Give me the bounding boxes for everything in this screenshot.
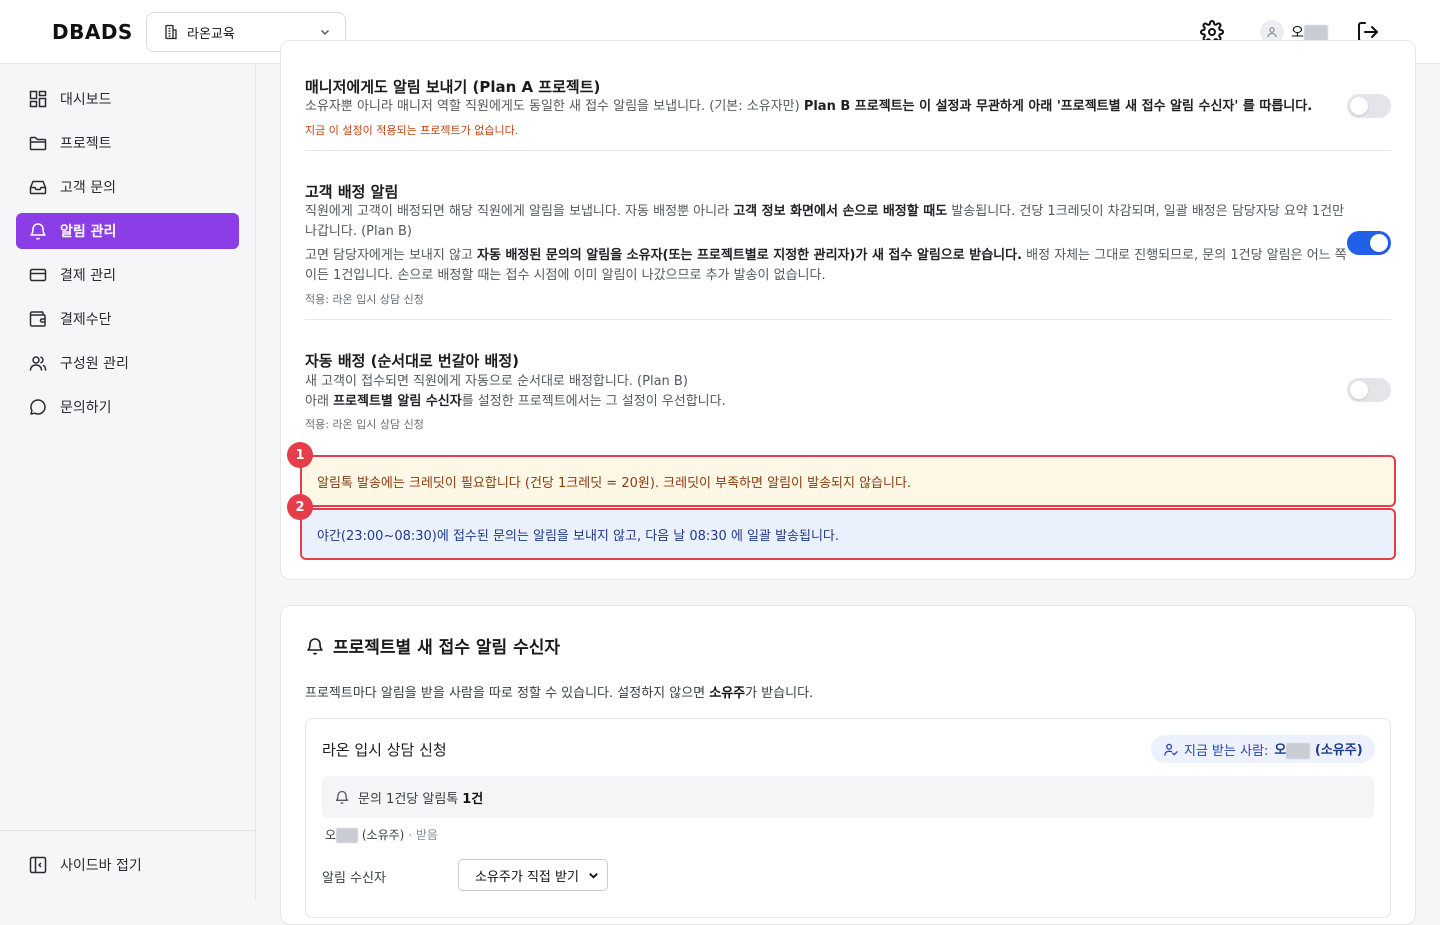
manager-alert-toggle[interactable]	[1347, 94, 1391, 118]
sidebar-divider	[0, 830, 255, 831]
assign-alert-toggle[interactable]	[1347, 231, 1391, 255]
current-recipient-badge: 지금 받는 사람: 오 (소유주)	[1151, 735, 1375, 763]
sidebar-item-label: 프로젝트	[60, 136, 112, 152]
redacted-name	[336, 828, 359, 843]
sidebar-item-contact[interactable]: 문의하기	[16, 389, 239, 425]
sidebar-collapse-label: 사이드바 접기	[60, 858, 142, 874]
alert-count-value: 1건	[462, 791, 484, 807]
bell-icon	[307, 637, 323, 655]
section-title-text: 프로젝트별 새 접수 알림 수신자	[333, 638, 560, 658]
sidebar-item-dashboard[interactable]: 대시보드	[16, 81, 239, 117]
auto-assign-applied: 적용: 라온 입시 상담 신청	[305, 418, 424, 431]
assign-alert-description-2: 고면 담당자에게는 보내지 않고 자동 배정된 문의의 알림을 소유자(또는 프…	[305, 248, 1347, 283]
divider	[305, 319, 1391, 320]
users-icon	[29, 356, 47, 371]
toggle-knob	[1350, 381, 1368, 399]
section-description: 프로젝트마다 알림을 받을 사람을 따로 정할 수 있습니다. 설정하지 않으면…	[305, 686, 814, 701]
sidebar-item-inquiries[interactable]: 고객 문의	[16, 169, 239, 205]
user-check-icon	[1164, 743, 1178, 756]
sidebar-item-label: 알림 관리	[60, 224, 117, 240]
sidebar-item-label: 고객 문의	[60, 180, 116, 196]
sidebar-item-members[interactable]: 구성원 관리	[16, 345, 239, 381]
recipient-select-value: 소유주가 직접 받기	[475, 869, 579, 885]
annotation-badge-1: 1	[287, 442, 313, 468]
building-icon	[165, 24, 177, 40]
assign-alert-applied: 적용: 라온 입시 상담 신청	[305, 293, 424, 306]
member-status: 오 (소유주) · 받음	[325, 828, 438, 843]
sidebar-item-label: 결제 관리	[60, 268, 116, 284]
recipient-label: 알림 수신자	[322, 871, 386, 886]
sidebar-item-label: 문의하기	[60, 400, 112, 416]
auto-assign-description-2: 아래 프로젝트별 알림 수신자를 설정한 프로젝트에서는 그 설정이 우선합니다…	[305, 394, 726, 409]
current-recipient-label: 지금 받는 사람:	[1184, 743, 1269, 759]
section-title: 프로젝트별 새 접수 알림 수신자	[305, 633, 560, 658]
sidebar-collapse-icon	[29, 856, 47, 874]
bell-icon	[30, 223, 46, 240]
sidebar-collapse-button[interactable]: 사이드바 접기	[16, 847, 239, 883]
sidebar-item-label: 구성원 관리	[60, 356, 129, 372]
redacted-name	[1286, 742, 1311, 759]
project-name: 라온 입시 상담 신청	[322, 741, 447, 759]
current-recipient-name: 오 (소유주)	[1274, 742, 1363, 759]
credit-card-icon	[29, 268, 47, 282]
toggle-knob	[1350, 97, 1368, 115]
app-logo[interactable]: DBADS	[52, 20, 133, 44]
recipient-select[interactable]: 소유주가 직접 받기	[458, 859, 608, 891]
divider	[305, 150, 1391, 151]
folder-icon	[29, 136, 47, 151]
org-name: 라온교육	[187, 26, 235, 42]
bell-icon	[335, 790, 349, 804]
sidebar: 대시보드 프로젝트 고객 문의 알림 관리 결제 관리 결제수단 구성원 관리 …	[0, 65, 256, 900]
sidebar-item-label: 결제수단	[60, 312, 112, 328]
user-name: 오	[1291, 22, 1328, 42]
annotation-badge-2: 2	[287, 494, 313, 520]
sidebar-item-payment-methods[interactable]: 결제수단	[16, 301, 239, 337]
auto-assign-toggle[interactable]	[1347, 378, 1391, 402]
inbox-icon	[29, 180, 47, 195]
auto-assign-description: 새 고객이 접수되면 직원에게 자동으로 순서대로 배정합니다. (Plan B…	[305, 374, 688, 389]
assign-alert-description: 직원에게 고객이 배정되면 해당 직원에게 알림을 보냅니다. 자동 배정뿐 아…	[305, 204, 1345, 239]
sidebar-item-label: 대시보드	[60, 92, 112, 108]
chat-icon	[30, 399, 46, 415]
wallet-icon	[29, 311, 46, 327]
sidebar-item-notifications[interactable]: 알림 관리	[16, 213, 239, 249]
chevron-down-icon	[321, 30, 329, 35]
redacted-name	[1303, 24, 1328, 42]
night-notice: 야간(23:00~08:30)에 접수된 문의는 알림을 보내지 않고, 다음 …	[300, 508, 1396, 560]
sidebar-item-projects[interactable]: 프로젝트	[16, 125, 239, 161]
credit-notice: 알림톡 발송에는 크레딧이 필요합니다 (건당 1크레딧 = 20원). 크레딧…	[300, 455, 1396, 507]
assign-alert-title: 고객 배정 알림	[305, 183, 399, 201]
auto-assign-title: 자동 배정 (순서대로 번갈아 배정)	[305, 352, 520, 370]
manager-alert-warning: 지금 이 설정이 적용되는 프로젝트가 없습니다.	[305, 124, 519, 137]
sidebar-item-billing[interactable]: 결제 관리	[16, 257, 239, 293]
manager-alert-description: 소유자뿐 아니라 매니저 역할 직원에게도 동일한 새 접수 알림을 보냅니다.…	[305, 99, 1313, 114]
toggle-knob	[1370, 234, 1388, 252]
alert-count-info: 문의 1건당 알림톡 1건	[322, 776, 1374, 818]
user-icon	[1267, 27, 1277, 38]
dashboard-icon	[29, 90, 47, 108]
chevron-down-icon	[589, 872, 598, 879]
manager-alert-title: 매니저에게도 알림 보내기 (Plan A 프로젝트)	[305, 78, 601, 96]
alert-count-label: 문의 1건당 알림톡	[358, 791, 459, 807]
